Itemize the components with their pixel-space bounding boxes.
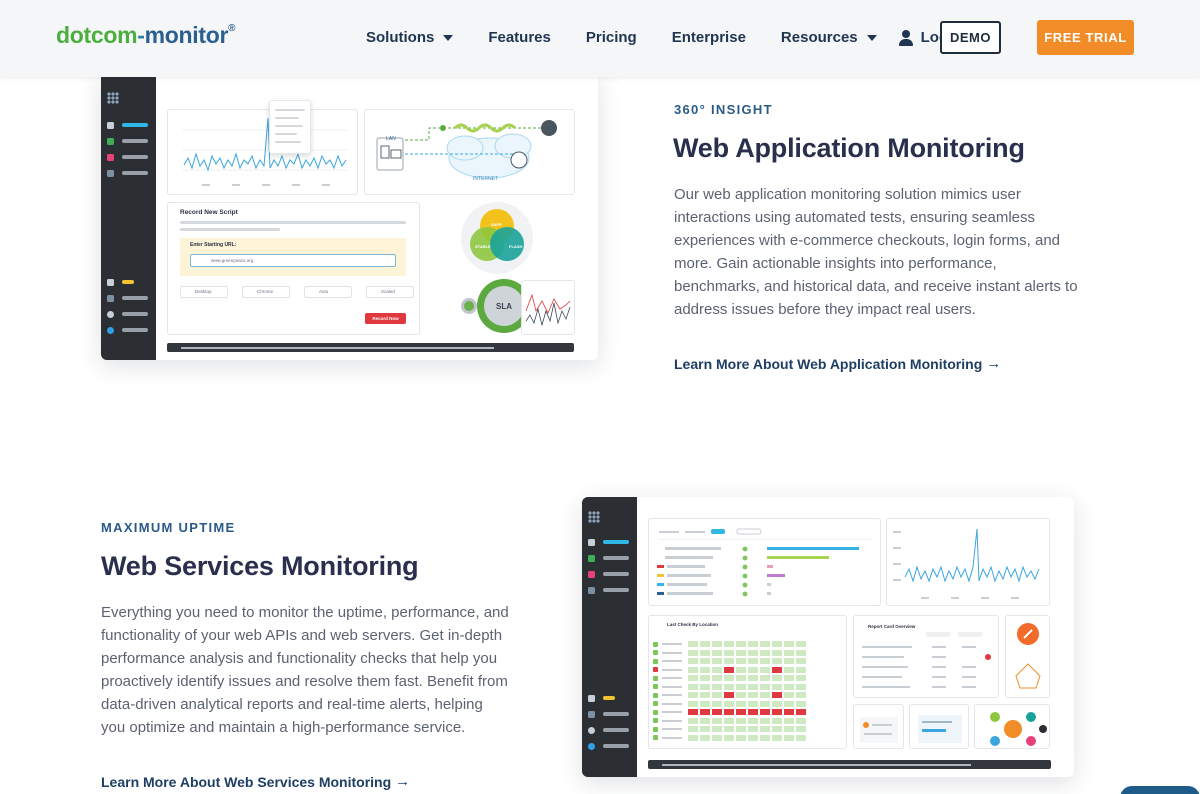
report-card-panel: Report Card Overview <box>853 615 999 698</box>
response-time-line-chart <box>182 117 348 186</box>
internet-label: INTERNET <box>473 176 498 182</box>
web-services-monitoring-screenshot: Last Check By Location Report Card Overv… <box>582 497 1074 777</box>
venn-safe-label: SAFE <box>491 222 502 227</box>
nav-resources[interactable]: Resources <box>781 29 877 46</box>
response-time-panel <box>167 109 358 195</box>
section2-body: Everything you need to monitor the uptim… <box>101 604 509 736</box>
arrow-right-icon: → <box>986 355 1002 372</box>
arrow-right-icon: → <box>395 773 411 790</box>
nav-pricing[interactable]: Pricing <box>586 29 637 46</box>
record-now-button[interactable]: Record Now <box>365 313 406 324</box>
task-list-panel <box>648 518 881 606</box>
web-app-monitoring-screenshot: LAN INTERNET Record New Script Enter Sta… <box>101 70 598 360</box>
site-header: dotcom-monitor® Solutions Features Prici… <box>0 0 1200 77</box>
sla-label: SLA <box>496 302 512 311</box>
free-trial-button[interactable]: FREE TRIAL <box>1037 20 1134 55</box>
task-list-table <box>657 528 873 597</box>
panel-title-report-card: Report Card Overview <box>868 624 916 629</box>
section1-eyebrow: 360° INSIGHT <box>674 102 773 117</box>
mock-sidebar <box>101 70 156 360</box>
nav-enterprise[interactable]: Enterprise <box>672 29 746 46</box>
network-diagram-panel <box>364 109 575 195</box>
section1-body: Our web application monitoring solution … <box>674 186 1078 318</box>
mini-line-chart <box>525 293 571 327</box>
url-input[interactable]: www.greenpeace.org <box>190 254 396 267</box>
url-box: Enter Starting URL: www.greenpeace.org <box>180 238 406 276</box>
section2-title: Web Services Monitoring <box>101 551 419 581</box>
api-flow-card <box>974 704 1050 749</box>
network-diagram <box>376 120 557 179</box>
record-script-panel: Record New Script Enter Starting URL: ww… <box>167 202 420 335</box>
main-nav: Solutions Features Pricing Enterprise Re… <box>366 29 961 46</box>
lan-label: LAN <box>386 136 396 142</box>
nav-features[interactable]: Features <box>488 29 551 46</box>
device-type-select[interactable]: Desktop <box>180 286 228 298</box>
last-check-location-panel: Last Check By Location <box>648 615 847 749</box>
uptime-line-panel <box>886 518 1050 606</box>
cost-card <box>853 704 904 749</box>
user-icon <box>898 29 913 46</box>
browser-select[interactable]: Chrome <box>242 286 290 298</box>
video-player-bar[interactable] <box>648 760 1051 769</box>
uptime-line-chart <box>893 528 1040 599</box>
dotcom-monitor-logo[interactable]: dotcom-monitor® <box>56 22 235 49</box>
alert-icon-panel <box>1005 615 1050 698</box>
panel-title-last-check: Last Check By Location <box>667 622 719 627</box>
location-status-grid <box>653 640 808 742</box>
browser-mode-select[interactable]: Scaled <box>366 286 414 298</box>
script-title: Record New Script <box>180 209 238 216</box>
venn-stable-label: STABLE <box>475 244 491 249</box>
chevron-down-icon <box>443 34 454 41</box>
mini-chart-panel <box>521 280 575 335</box>
video-player-bar[interactable] <box>167 343 574 352</box>
chevron-down-icon <box>866 34 877 41</box>
chat-widget-tab[interactable] <box>1120 786 1200 794</box>
learn-more-web-app-link[interactable]: Learn More About Web Application Monitor… <box>674 355 1001 372</box>
mock-sidebar <box>582 497 637 777</box>
rocket-illustration <box>1015 623 1041 689</box>
section1-title: Web Application Monitoring <box>673 133 1025 163</box>
nav-solutions[interactable]: Solutions <box>366 29 454 46</box>
section2-eyebrow: MAXIMUM UPTIME <box>101 520 236 535</box>
venn-flash-label: FLASH <box>509 244 523 249</box>
learn-more-web-services-link[interactable]: Learn More About Web Services Monitoring… <box>101 773 410 790</box>
tooltip-card <box>269 100 311 154</box>
config-card <box>909 704 969 749</box>
resolution-select[interactable]: Auto <box>304 286 352 298</box>
demo-button[interactable]: DEMO <box>940 21 1001 54</box>
